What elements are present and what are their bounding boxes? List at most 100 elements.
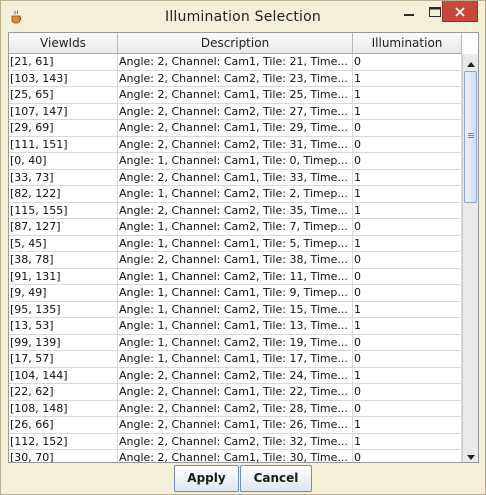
cell-description[interactable]: Angle: 2, Channel: Cam2, Tile: 24, Time.… [118,367,353,383]
cell-description[interactable]: Angle: 1, Channel: Cam2, Tile: 2, Timep.… [118,186,353,202]
cell-viewids[interactable]: [108, 148] [9,400,118,416]
cell-illumination[interactable]: 0 [353,400,462,416]
table-row[interactable]: [95, 135] Angle: 1, Channel: Cam2, Tile: … [9,301,462,318]
column-header-viewids[interactable]: ViewIds [9,33,118,53]
cell-viewids[interactable]: [30, 70] [9,450,118,462]
cell-viewids[interactable]: [17, 57] [9,351,118,367]
cell-illumination[interactable]: 1 [353,318,462,334]
table-row[interactable]: [103, 143] Angle: 2, Channel: Cam2, Tile:… [9,70,462,87]
cell-description[interactable]: Angle: 1, Channel: Cam2, Tile: 19, Time.… [118,334,353,350]
table-row[interactable]: [17, 57] Angle: 1, Channel: Cam1, Tile: 1… [9,351,462,368]
cell-illumination[interactable]: 1 [353,433,462,449]
cell-illumination[interactable]: 1 [353,186,462,202]
cell-description[interactable]: Angle: 1, Channel: Cam1, Tile: 17, Time.… [118,351,353,367]
cell-illumination[interactable]: 0 [353,252,462,268]
cancel-button[interactable]: Cancel [240,465,312,492]
cell-viewids[interactable]: [115, 155] [9,202,118,218]
cell-illumination[interactable]: 0 [353,285,462,301]
table-row[interactable]: [91, 131] Angle: 1, Channel: Cam2, Tile: … [9,268,462,285]
table-row[interactable]: [108, 148] Angle: 2, Channel: Cam2, Tile:… [9,400,462,417]
cell-description[interactable]: Angle: 2, Channel: Cam1, Tile: 38, Time.… [118,252,353,268]
table-row[interactable]: [0, 40] Angle: 1, Channel: Cam1, Tile: 0,… [9,153,462,170]
cell-illumination[interactable]: 1 [353,169,462,185]
cell-viewids[interactable]: [29, 69] [9,120,118,136]
scroll-up-button[interactable] [463,54,478,69]
cell-description[interactable]: Angle: 2, Channel: Cam2, Tile: 35, Time.… [118,202,353,218]
cell-description[interactable]: Angle: 1, Channel: Cam2, Tile: 15, Time.… [118,301,353,317]
cell-description[interactable]: Angle: 2, Channel: Cam1, Tile: 25, Time.… [118,87,353,103]
cell-viewids[interactable]: [21, 61] [9,54,118,70]
column-header-illumination[interactable]: Illumination [353,33,462,53]
cell-illumination[interactable]: 1 [353,87,462,103]
cell-viewids[interactable]: [82, 122] [9,186,118,202]
cell-illumination[interactable]: 1 [353,417,462,433]
cell-viewids[interactable]: [33, 73] [9,169,118,185]
cell-description[interactable]: Angle: 2, Channel: Cam1, Tile: 30, Time.… [118,450,353,462]
cell-description[interactable]: Angle: 1, Channel: Cam2, Tile: 11, Time.… [118,268,353,284]
cell-illumination[interactable]: 0 [353,136,462,152]
table-row[interactable]: [5, 45] Angle: 1, Channel: Cam1, Tile: 5,… [9,235,462,252]
table-row[interactable]: [25, 65] Angle: 2, Channel: Cam1, Tile: 2… [9,87,462,104]
cell-description[interactable]: Angle: 1, Channel: Cam1, Tile: 9, Timep.… [118,285,353,301]
table-row[interactable]: [107, 147] Angle: 2, Channel: Cam2, Tile:… [9,103,462,120]
cell-illumination[interactable]: 1 [353,235,462,251]
column-header-description[interactable]: Description [118,33,353,53]
table-row[interactable]: [99, 139] Angle: 1, Channel: Cam2, Tile: … [9,334,462,351]
cell-description[interactable]: Angle: 1, Channel: Cam1, Tile: 0, Timep.… [118,153,353,169]
cell-viewids[interactable]: [0, 40] [9,153,118,169]
cell-viewids[interactable]: [26, 66] [9,417,118,433]
cell-description[interactable]: Angle: 1, Channel: Cam1, Tile: 13, Time.… [118,318,353,334]
table-row[interactable]: [30, 70] Angle: 2, Channel: Cam1, Tile: 3… [9,450,462,462]
cell-viewids[interactable]: [38, 78] [9,252,118,268]
cell-illumination[interactable]: 1 [353,70,462,86]
cell-viewids[interactable]: [25, 65] [9,87,118,103]
apply-button[interactable]: Apply [174,465,239,492]
scroll-down-button[interactable] [463,447,478,462]
table-row[interactable]: [82, 122] Angle: 1, Channel: Cam2, Tile: … [9,186,462,203]
close-button[interactable] [442,1,478,22]
cell-viewids[interactable]: [107, 147] [9,103,118,119]
cell-illumination[interactable]: 0 [353,351,462,367]
table-row[interactable]: [22, 62] Angle: 2, Channel: Cam1, Tile: 2… [9,384,462,401]
table-row[interactable]: [38, 78] Angle: 2, Channel: Cam1, Tile: 3… [9,252,462,269]
table-row[interactable]: [21, 61] Angle: 2, Channel: Cam1, Tile: 2… [9,54,462,71]
cell-description[interactable]: Angle: 2, Channel: Cam1, Tile: 33, Time.… [118,169,353,185]
cell-description[interactable]: Angle: 2, Channel: Cam2, Tile: 28, Time.… [118,400,353,416]
table-row[interactable]: [111, 151] Angle: 2, Channel: Cam2, Tile:… [9,136,462,153]
vertical-scrollbar[interactable] [462,54,478,462]
cell-illumination[interactable]: 0 [353,219,462,235]
cell-description[interactable]: Angle: 2, Channel: Cam2, Tile: 32, Time.… [118,433,353,449]
cell-illumination[interactable]: 0 [353,120,462,136]
cell-illumination[interactable]: 0 [353,334,462,350]
cell-viewids[interactable]: [103, 143] [9,70,118,86]
cell-illumination[interactable]: 1 [353,301,462,317]
cell-viewids[interactable]: [112, 152] [9,433,118,449]
cell-viewids[interactable]: [99, 139] [9,334,118,350]
cell-description[interactable]: Angle: 1, Channel: Cam2, Tile: 7, Timep.… [118,219,353,235]
table-row[interactable]: [13, 53] Angle: 1, Channel: Cam1, Tile: 1… [9,318,462,335]
table-row[interactable]: [29, 69] Angle: 2, Channel: Cam1, Tile: 2… [9,120,462,137]
title-bar[interactable]: Illumination Selection [1,1,485,32]
cell-viewids[interactable]: [9, 49] [9,285,118,301]
cell-illumination[interactable]: 1 [353,367,462,383]
minimize-button[interactable] [396,1,422,22]
table-row[interactable]: [104, 144] Angle: 2, Channel: Cam2, Tile:… [9,367,462,384]
cell-viewids[interactable]: [13, 53] [9,318,118,334]
cell-illumination[interactable]: 0 [353,153,462,169]
cell-description[interactable]: Angle: 2, Channel: Cam1, Tile: 22, Time.… [118,384,353,400]
cell-viewids[interactable]: [22, 62] [9,384,118,400]
cell-description[interactable]: Angle: 2, Channel: Cam2, Tile: 27, Time.… [118,103,353,119]
cell-illumination[interactable]: 1 [353,202,462,218]
cell-description[interactable]: Angle: 2, Channel: Cam2, Tile: 23, Time.… [118,70,353,86]
table-row[interactable]: [26, 66] Angle: 2, Channel: Cam1, Tile: 2… [9,417,462,434]
cell-description[interactable]: Angle: 2, Channel: Cam1, Tile: 29, Time.… [118,120,353,136]
table-row[interactable]: [87, 127] Angle: 1, Channel: Cam2, Tile: … [9,219,462,236]
cell-illumination[interactable]: 0 [353,450,462,462]
cell-description[interactable]: Angle: 1, Channel: Cam1, Tile: 5, Timep.… [118,235,353,251]
table-row[interactable]: [33, 73] Angle: 2, Channel: Cam1, Tile: 3… [9,169,462,186]
cell-viewids[interactable]: [91, 131] [9,268,118,284]
cell-viewids[interactable]: [5, 45] [9,235,118,251]
cell-viewids[interactable]: [111, 151] [9,136,118,152]
cell-viewids[interactable]: [95, 135] [9,301,118,317]
cell-illumination[interactable]: 1 [353,103,462,119]
